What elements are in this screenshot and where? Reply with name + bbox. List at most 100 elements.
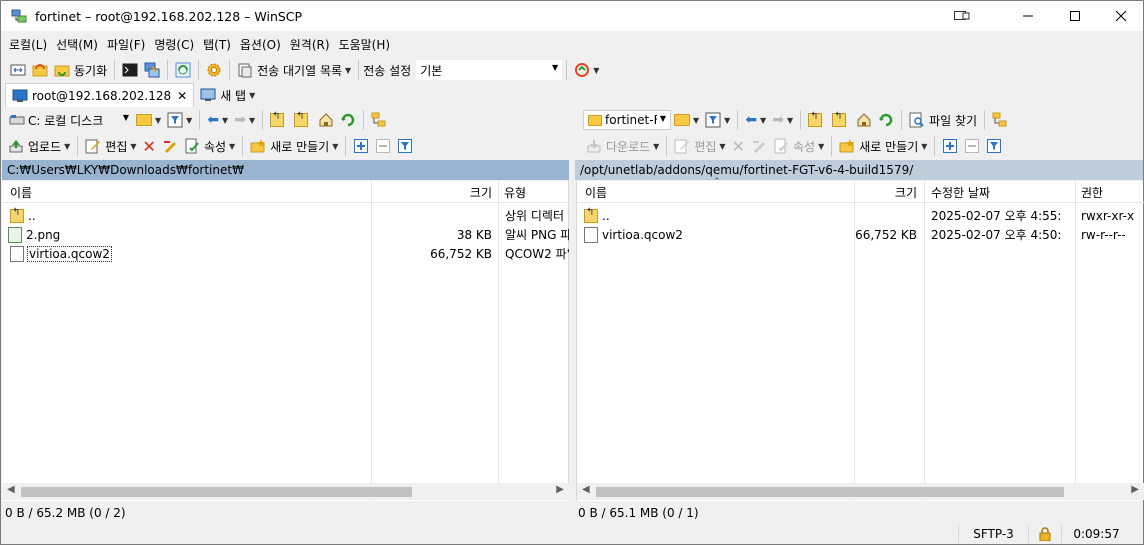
list-item[interactable]: .. 2025-02-07 오후 4:55: rwxr-xr-x bbox=[577, 206, 1144, 225]
back-button[interactable]: ⬅ ▼ bbox=[204, 109, 231, 131]
menu-select[interactable]: 선택(M) bbox=[52, 36, 103, 53]
remote-horizontal-scrollbar[interactable]: ◀ ▶ bbox=[577, 483, 1144, 500]
main-toolbar: 동기화 전송 대기열 목록 ▼ 전송 설정 기본 ▼ ▼ bbox=[7, 57, 602, 83]
new-label: 새로 만들기 bbox=[270, 139, 330, 154]
console-button[interactable] bbox=[119, 59, 141, 81]
col-permissions[interactable]: 권한 bbox=[1075, 181, 1103, 203]
remote-home-button[interactable] bbox=[853, 109, 875, 131]
protocol-indicator[interactable]: SFTP-3 bbox=[958, 525, 1028, 543]
refresh-button[interactable] bbox=[172, 59, 194, 81]
col-type[interactable]: 유형 bbox=[498, 181, 526, 203]
menu-command[interactable]: 명령(C) bbox=[150, 36, 199, 53]
sync-session-button[interactable]: ▼ bbox=[571, 59, 602, 81]
remote-file-list[interactable]: 이름 ⌃ 크기 수정한 날짜 권한 .. 2025-02-07 오후 4:55:… bbox=[576, 177, 1144, 501]
scroll-right-icon[interactable]: ▶ bbox=[556, 484, 564, 495]
parent-dir-button[interactable] bbox=[267, 109, 291, 131]
refresh-icon bbox=[878, 112, 894, 128]
refresh-left-button[interactable] bbox=[337, 109, 359, 131]
delete-button[interactable]: ✕ bbox=[140, 135, 159, 157]
remote-back-button[interactable]: ⬅ ▼ bbox=[742, 109, 769, 131]
forward-button[interactable]: ➡ ▼ bbox=[231, 109, 258, 131]
remote-rename-button[interactable] bbox=[748, 135, 770, 157]
file-modified: 2025-02-07 오후 4:50: bbox=[931, 228, 1062, 242]
remote-new-button[interactable]: 새로 만들기 ▼ bbox=[836, 135, 930, 157]
remote-path-bar[interactable]: /opt/unetlab/addons/qemu/fortinet-FGT-v6… bbox=[575, 160, 1143, 180]
minimize-icon[interactable] bbox=[1005, 1, 1051, 31]
list-item[interactable]: virtioa.qcow2 66,752 KB QCOW2 파' bbox=[2, 244, 569, 263]
session-tabs: root@192.168.202.128 ✕ 새 탭 ▼ bbox=[1, 83, 261, 107]
filter-select-button[interactable] bbox=[394, 135, 416, 157]
list-item[interactable]: virtioa.qcow2 66,752 KB 2025-02-07 오후 4:… bbox=[577, 225, 1144, 244]
remote-tree-toggle-button[interactable] bbox=[989, 109, 1011, 131]
remote-dir-select[interactable]: fortinet-FC ▼ bbox=[583, 110, 671, 130]
lock-icon[interactable] bbox=[1028, 525, 1061, 543]
rename-button[interactable] bbox=[159, 135, 181, 157]
queue-list-button[interactable]: 전송 대기열 목록 ▼ bbox=[234, 59, 354, 81]
tree-toggle-button[interactable] bbox=[368, 109, 390, 131]
edit-button[interactable]: 편집 ▼ bbox=[82, 135, 139, 157]
filter-button[interactable]: ▼ bbox=[164, 109, 195, 131]
remote-filter-button[interactable]: ▼ bbox=[702, 109, 733, 131]
close-icon[interactable] bbox=[1098, 1, 1144, 31]
remote-forward-button[interactable]: ➡ ▼ bbox=[769, 109, 796, 131]
remote-parent-button[interactable] bbox=[805, 109, 829, 131]
root-dir-button[interactable] bbox=[291, 109, 315, 131]
col-modified[interactable]: 수정한 날짜 bbox=[925, 181, 990, 203]
scroll-left-icon[interactable]: ◀ bbox=[7, 484, 15, 495]
upload-button[interactable]: 업로드 ▼ bbox=[5, 135, 73, 157]
select-all-button[interactable] bbox=[350, 135, 372, 157]
menu-options[interactable]: 옵션(O) bbox=[236, 36, 286, 53]
maximize-icon[interactable] bbox=[1052, 1, 1098, 31]
putty-button[interactable] bbox=[141, 59, 163, 81]
menu-local[interactable]: 로컬(L) bbox=[5, 36, 52, 53]
remote-open-folder-button[interactable]: ▼ bbox=[671, 109, 702, 131]
menu-file[interactable]: 파일(F) bbox=[103, 36, 150, 53]
remote-root-button[interactable] bbox=[829, 109, 853, 131]
new-button[interactable]: 새로 만들기 ▼ bbox=[247, 135, 341, 157]
remote-properties-button[interactable]: 속성 ▼ bbox=[770, 135, 827, 157]
local-path-bar[interactable]: C:₩Users₩LKY₩Downloads₩fortinet₩ bbox=[2, 160, 569, 180]
menu-help[interactable]: 도움말(H) bbox=[335, 36, 396, 53]
scrollbar-thumb[interactable] bbox=[596, 487, 1064, 497]
synchronize-button[interactable]: 동기화 bbox=[51, 59, 110, 81]
deselect-button[interactable] bbox=[372, 135, 394, 157]
find-files-button[interactable]: 파일 찾기 bbox=[906, 109, 980, 131]
tab-session-label: root@192.168.202.128 bbox=[32, 88, 172, 103]
col-name[interactable]: 이름 bbox=[579, 181, 607, 203]
open-folder-button[interactable]: ▼ bbox=[133, 109, 164, 131]
list-item[interactable]: 2.png 38 KB 알씨 PNG 파 bbox=[2, 225, 569, 244]
tab-new[interactable]: 새 탭 ▼ bbox=[194, 83, 261, 107]
tray-icon[interactable] bbox=[939, 1, 985, 31]
tab-session[interactable]: root@192.168.202.128 ✕ bbox=[5, 83, 195, 107]
remote-refresh-button[interactable] bbox=[875, 109, 897, 131]
close-tab-icon[interactable]: ✕ bbox=[177, 89, 187, 103]
remote-edit-button[interactable]: 편집 ▼ bbox=[671, 135, 728, 157]
properties-button[interactable]: 속성 ▼ bbox=[181, 135, 238, 157]
sync-browse-button[interactable] bbox=[29, 59, 51, 81]
col-size[interactable]: 크기 bbox=[372, 181, 498, 203]
transfer-preset-select[interactable]: 기본 ▼ bbox=[416, 60, 563, 80]
parent-folder-icon bbox=[808, 111, 823, 127]
remote-delete-button[interactable]: ✕ bbox=[729, 135, 748, 157]
compare-dirs-button[interactable] bbox=[7, 59, 29, 81]
scroll-left-icon[interactable]: ◀ bbox=[582, 484, 590, 495]
scroll-right-icon[interactable]: ▶ bbox=[1131, 484, 1139, 495]
download-button[interactable]: 다운로드 ▼ bbox=[583, 135, 662, 157]
home-button[interactable] bbox=[315, 109, 337, 131]
local-horizontal-scrollbar[interactable]: ◀ ▶ bbox=[2, 483, 569, 500]
scrollbar-thumb[interactable] bbox=[21, 487, 412, 497]
local-file-list[interactable]: 이름 크기 유형 .. 상위 디렉터 2.png 38 KB 알씨 PNG 파 … bbox=[2, 181, 569, 501]
list-item[interactable]: .. 상위 디렉터 bbox=[2, 206, 569, 225]
remote-filter-select-button[interactable] bbox=[983, 135, 1005, 157]
menu-tab[interactable]: 탭(T) bbox=[199, 36, 236, 53]
chevron-down-icon: ▼ bbox=[552, 63, 559, 72]
remote-select-all-button[interactable] bbox=[939, 135, 961, 157]
menu-remote[interactable]: 원격(R) bbox=[286, 36, 335, 53]
local-drive-select[interactable]: C: 로컬 디스크 ▼ bbox=[5, 110, 133, 130]
col-name[interactable]: 이름 bbox=[4, 181, 32, 203]
file-name: virtioa.qcow2 bbox=[602, 227, 683, 242]
col-size[interactable]: 크기 bbox=[855, 181, 923, 203]
preferences-button[interactable] bbox=[203, 59, 225, 81]
home-icon bbox=[856, 112, 872, 128]
remote-deselect-button[interactable] bbox=[961, 135, 983, 157]
